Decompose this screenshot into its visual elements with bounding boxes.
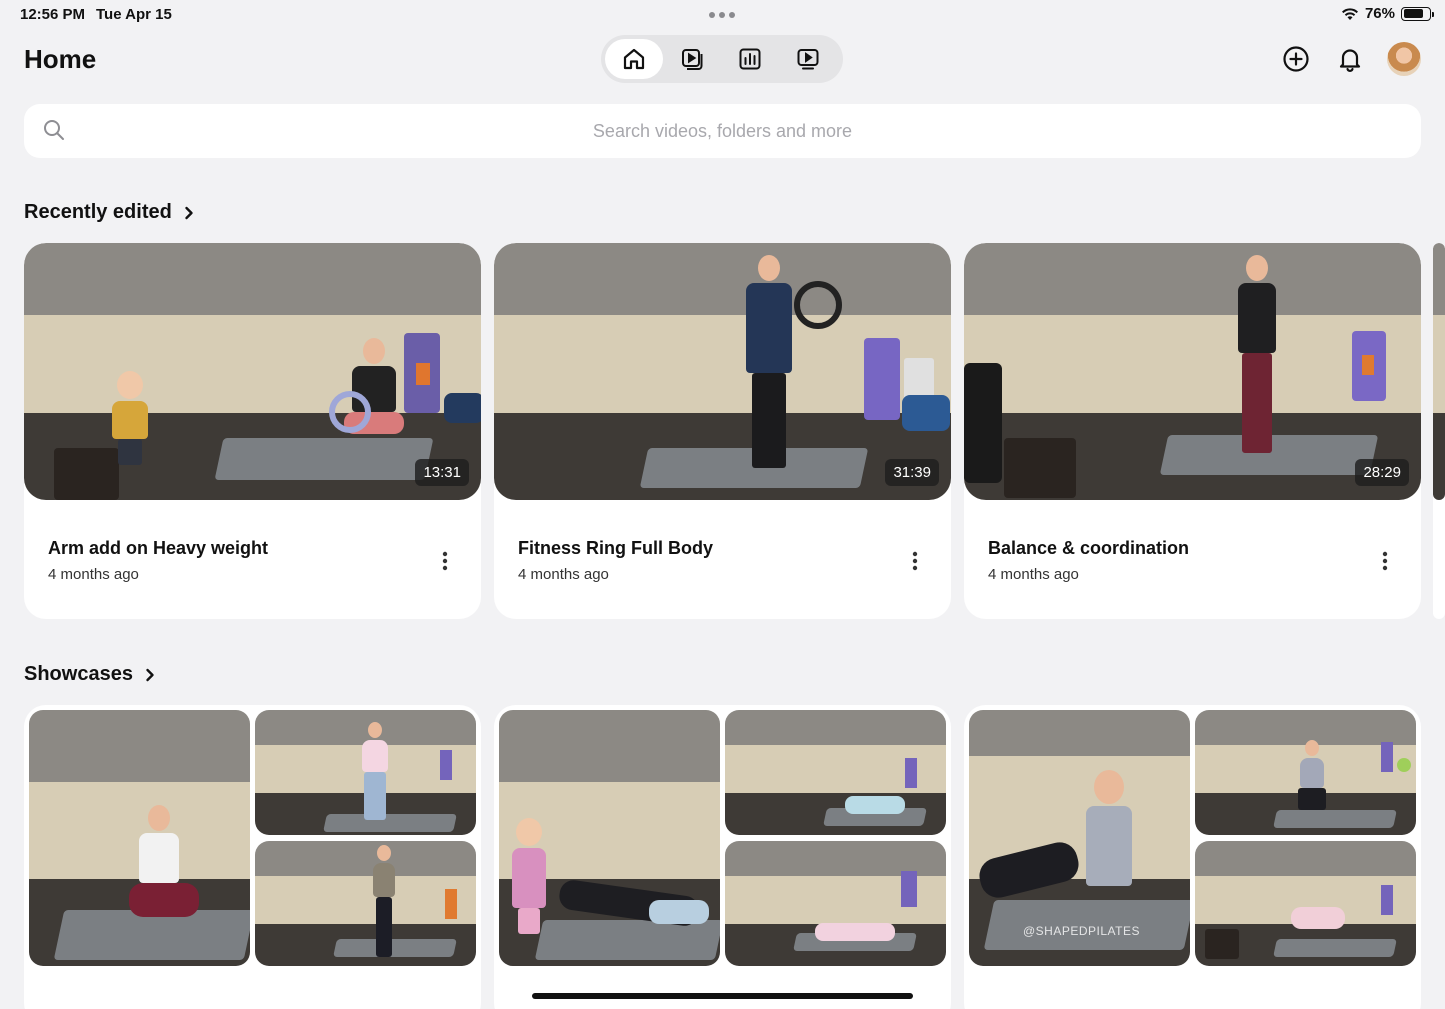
showcase-thumbnail	[1195, 710, 1416, 835]
battery-icon	[1401, 6, 1434, 21]
search-bar[interactable]	[24, 104, 1421, 158]
showcase-thumbnail	[499, 710, 720, 966]
video-duration: 31:39	[885, 459, 939, 486]
status-right: 76%	[1341, 5, 1434, 22]
search-input[interactable]	[24, 104, 1421, 158]
tab-analytics[interactable]	[721, 39, 779, 79]
bell-icon	[1339, 49, 1361, 72]
page-title: Home	[24, 44, 97, 74]
chevron-right-icon	[146, 668, 154, 681]
more-vertical-icon	[912, 551, 918, 571]
showcase-card[interactable]	[24, 705, 481, 1009]
video-library-icon	[682, 49, 703, 70]
section-title-recently-edited: Recently edited	[24, 201, 172, 223]
video-card[interactable]: 31:39 Fitness Ring Full Body 4 months ag…	[494, 243, 951, 619]
video-card[interactable]: 13:31 Arm add on Heavy weight 4 months a…	[24, 243, 481, 619]
video-thumbnail[interactable]: 28:29	[964, 243, 1421, 500]
watermark-text: @SHAPEDPILATES	[1023, 924, 1140, 938]
video-duration: 13:31	[415, 459, 469, 486]
showcase-thumbnail	[725, 841, 946, 966]
more-options-button[interactable]	[903, 549, 927, 573]
chevron-right-icon	[185, 206, 193, 219]
tab-home[interactable]	[605, 39, 663, 79]
video-card[interactable]: 28:29 Balance & coordination 4 months ag…	[964, 243, 1421, 619]
video-title: Balance & coordination	[988, 538, 1190, 558]
showcase-thumbnail	[29, 710, 250, 966]
more-vertical-icon	[442, 551, 448, 571]
play-window-icon	[797, 49, 819, 70]
section-recently-edited[interactable]: Recently edited	[24, 201, 196, 224]
showcase-thumbnail	[255, 710, 476, 835]
home-indicator[interactable]	[532, 993, 913, 999]
search-icon	[44, 120, 64, 140]
video-title: Fitness Ring Full Body	[518, 538, 714, 558]
notifications-button[interactable]	[1333, 42, 1367, 76]
video-title: Arm add on Heavy weight	[48, 538, 269, 558]
status-bar: 12:56 PM Tue Apr 15 76%	[0, 0, 1445, 28]
video-duration: 28:29	[1355, 459, 1409, 486]
battery-percent: 76%	[1364, 5, 1395, 22]
showcase-thumbnail	[255, 841, 476, 966]
showcase-thumbnail	[1195, 841, 1416, 966]
bar-chart-icon	[739, 48, 761, 70]
section-title-showcases: Showcases	[24, 663, 133, 685]
video-date: 4 months ago	[518, 566, 609, 583]
header-actions	[1259, 42, 1421, 76]
home-icon	[623, 48, 645, 70]
video-thumbnail[interactable]: 13:31	[24, 243, 481, 500]
avatar[interactable]	[1387, 42, 1421, 76]
status-date: Tue Apr 15	[96, 6, 172, 23]
multitasking-dots-icon[interactable]	[709, 12, 735, 18]
video-card-peek[interactable]	[1433, 243, 1445, 619]
video-date: 4 months ago	[48, 566, 139, 583]
add-button[interactable]	[1279, 42, 1313, 76]
tab-showcases[interactable]	[779, 39, 837, 79]
more-options-button[interactable]	[1373, 549, 1397, 573]
status-time: 12:56 PM	[20, 6, 86, 23]
showcase-card[interactable]: @SHAPEDPILATES	[964, 705, 1421, 1009]
wifi-icon	[1341, 7, 1358, 20]
nav-segmented-control	[601, 35, 843, 83]
more-vertical-icon	[1382, 551, 1388, 571]
showcase-thumbnail	[725, 710, 946, 835]
showcase-card[interactable]	[494, 705, 951, 1009]
more-options-button[interactable]	[433, 549, 457, 573]
tab-videos[interactable]	[663, 39, 721, 79]
add-circle-icon	[1283, 46, 1309, 72]
showcase-thumbnail: @SHAPEDPILATES	[969, 710, 1190, 966]
section-showcases[interactable]: Showcases	[24, 663, 157, 686]
video-thumbnail[interactable]: 31:39	[494, 243, 951, 500]
video-date: 4 months ago	[988, 566, 1079, 583]
